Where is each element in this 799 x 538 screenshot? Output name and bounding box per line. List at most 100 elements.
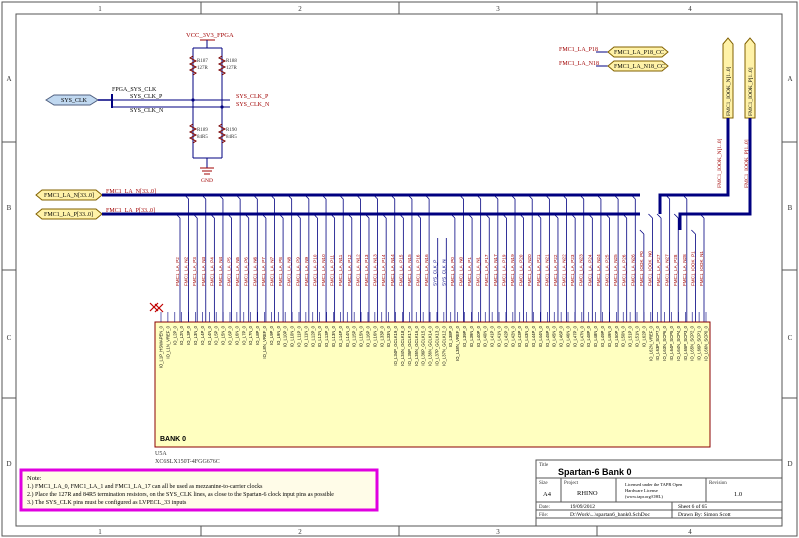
ic-pin-name: IO_L41N_0 (497, 325, 502, 347)
sys-clk-port-label: SYS_CLK (61, 98, 88, 104)
net-wire: FMC1_IOOK_N1 (699, 213, 705, 322)
resistor-ref: R187 (197, 59, 208, 64)
ic-pin: IO_L34N_GCLK18_0 (400, 312, 405, 366)
ic-pin: IO_L64N_SCP4_0 (676, 312, 681, 361)
ic-pin: IO_L33N_0 (386, 312, 391, 347)
net-label: FMC1_LA_P5 (227, 257, 232, 286)
ic-pin: IO_L41N_0 (497, 312, 502, 347)
net-wire: FMC1_LA_P20 (519, 213, 525, 322)
note-line-1: 1.) FMC1_LA_0, FMC1_LA_1 and FMC1_LA_17 … (27, 483, 263, 490)
ic-pin-name: IO_L46N_0 (566, 325, 571, 347)
ic-pin-name: IO_L65N_SCP2_0 (690, 325, 695, 360)
ic-pin-name: IO_L9N_0 (276, 325, 281, 345)
net-label-sys-clk-p-left: SYS_CLK_P (130, 94, 163, 100)
file-path: D:\Work\...\spartan6_bank0.SchDoc (570, 512, 650, 518)
ic-pin: IO_L12P_0 (310, 312, 315, 347)
size-label: Size (539, 481, 548, 486)
net-label: FMC1_LA_N13 (373, 254, 378, 286)
col-label-3-bottom: 3 (496, 528, 500, 536)
ic-pin: IO_L37P_GCLK13_0 (434, 312, 439, 366)
ic-pin-name: IO_L49P_0 (600, 325, 605, 347)
vcc-net-label: VCC_3V3_FPGA (186, 32, 234, 39)
ic-pin-name: IO_L11N_0 (303, 325, 308, 347)
la-bus-ports: FMC1_LA_N[33..0] FMC1_LA_P[33..0] FMC1_L… (35, 138, 750, 220)
ic-pin-name: IO_L48N_0 (593, 325, 598, 347)
ic-pin-name: IO_L8P_0 (255, 325, 260, 345)
net-label: FMC1_LA_P16 (416, 254, 421, 286)
clock-termination-network: VCC_3V3_FPGA R187 127R R188 127R R189 84… (45, 32, 270, 184)
ic-pin-name: IO_L44N_0 (538, 325, 543, 347)
ic-pin: IO_L7P_0 (241, 312, 246, 345)
note-line-2: 2.) Place the 127R and 84R5 termination … (27, 491, 334, 498)
ic-pin-name: IO_L9P_0 (269, 325, 274, 345)
fmc-cc-ports: FMC1_LA_P18 FMC1_LA_P18_CC FMC1_LA_N18 F… (559, 37, 756, 119)
net-label: FMC1_LA_P8 (278, 257, 283, 286)
net-label: FMC1_LA_N6 (252, 256, 257, 286)
net-label: SYS_CLK_N (441, 259, 446, 286)
ic-pin: IO_L65N_SCP2_0 (690, 312, 695, 361)
ic-pin-name: IO_L42P_0 (503, 325, 508, 347)
ic-pin-name: IO_L36P_GCLK15_0 (421, 325, 426, 365)
ic-pin-name: IO_L47N_0 (579, 325, 584, 347)
ic-pin: IO_L38N_VREF_0 (455, 312, 460, 361)
net-label: FMC1_LA_N7 (269, 256, 274, 286)
ic-pin: IO_L48P_0 (586, 312, 591, 347)
net-label: FMC1_LA_P17 (484, 254, 489, 286)
ic-pin: IO_L16N_0 (372, 312, 377, 347)
net-label: FMC1_LA_P23 (570, 254, 575, 286)
resistor-ref: R189 (197, 128, 208, 133)
ic-pin-name: IO_L63P_SCP7_0 (655, 325, 660, 360)
net-label: FMC1_LA_P25 (605, 254, 610, 286)
ic-pin: IO_L62P_0 (641, 312, 646, 347)
ic-pin-name: IO_L5N_0 (221, 325, 226, 345)
title-block: Title Spartan-6 Bank 0 Size A4 Project R… (535, 459, 783, 527)
col-label-4-bottom: 4 (688, 528, 692, 536)
resistor-ref: R190 (226, 128, 237, 133)
ic-pin-name: IO_L42N_0 (510, 325, 515, 347)
ic-pin-name: IO_L43N_0 (524, 325, 529, 347)
ic-pin-name: IO_L15P_0 (352, 325, 357, 347)
ic-pin: IO_L38P_0 (448, 312, 453, 347)
ic-pin: IO_L2P_0 (172, 312, 177, 345)
ic-pin-name: IO_L6N_0 (234, 325, 239, 345)
ic-pin: IO_L4N_0 (207, 312, 212, 345)
ic-pin: IO_L46P_0 (559, 312, 564, 347)
ic-pin-name: IO_L40N_0 (483, 325, 488, 347)
ic-pin: IO_L15P_0 (352, 312, 357, 347)
ic-pin: IO_L16P_0 (365, 312, 370, 347)
ic-pin: IO_L40P_0 (476, 312, 481, 347)
net-wire: FMC1_LA_P6 (244, 213, 250, 322)
ic-pin: IO_L13N_0 (331, 312, 336, 347)
net-label: FMC1_LA_N27 (665, 254, 670, 286)
net-label: FMC1_LA_N0 (458, 256, 463, 286)
row-label-d: D (6, 460, 11, 468)
ic-pin: IO_L36P_GCLK15_0 (421, 312, 426, 366)
ic-pin-name: IO_L44P_0 (531, 325, 536, 347)
ic-pin: IO_L11P_0 (296, 312, 301, 347)
net-label: FMC1_LA_P14 (381, 254, 386, 286)
ic-pin-name: IO_L62N_VREF_0 (648, 325, 653, 361)
ic-pin: IO_L9N_0 (276, 312, 281, 345)
net-label: SYS_CLK_P (433, 260, 438, 286)
ic-pin-name: IO_L34P_GCLK19_0 (393, 325, 398, 365)
net-label: FMC1_LA_P26 (622, 254, 627, 286)
net-label: FMC1_LA_N17 (493, 254, 498, 286)
ic-pin-name: IO_L13N_0 (331, 325, 336, 347)
ic-pin-name: IO_L62P_0 (641, 325, 646, 347)
ic-pin-name: IO_L7P_0 (241, 325, 246, 345)
ic-pin-name: IO_L35P_GCLK17_0 (407, 325, 412, 365)
net-wire: FMC1_LA_P2 (175, 213, 181, 322)
ic-pin: IO_L35P_GCLK17_0 (407, 312, 412, 366)
ic-pin: IO_L42N_0 (510, 312, 515, 347)
net-label-sys-clk-p-right: SYS_CLK_P (236, 94, 269, 100)
net-wire: FMC1_LA_P9 (295, 213, 301, 322)
ic-pin-name: IO_L46P_0 (559, 325, 564, 347)
ic-pin: IO_L43P_0 (517, 312, 522, 347)
ic-designator: U5A (155, 451, 167, 457)
col-label-2-bottom: 2 (298, 528, 302, 536)
net-wire: FMC1_LA_P24 (587, 213, 593, 322)
net-label: FMC1_LA_N16 (424, 254, 429, 286)
ic-pin-name: IO_L2P_0 (172, 325, 177, 345)
ic-pin-name: IO_L16N_0 (372, 325, 377, 347)
sheet-number: Sheet 6 of 65 (678, 503, 707, 510)
